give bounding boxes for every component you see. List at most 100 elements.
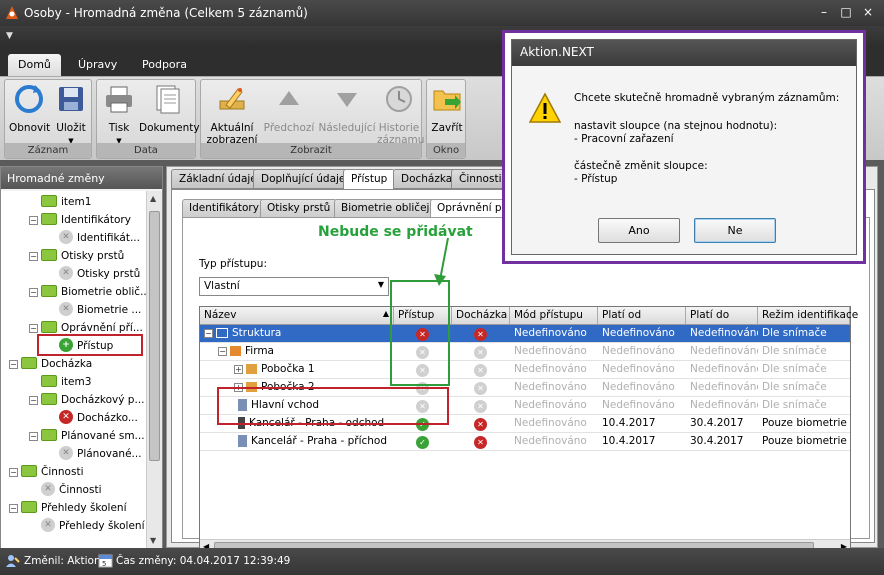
confirm-dialog: Aktion.NEXT Chcete skutečně hromadně vyb…: [511, 39, 857, 255]
collapse-icon[interactable]: −: [9, 359, 18, 369]
tree-item-item3[interactable]: item3: [41, 373, 91, 391]
print-label: Tisk: [108, 122, 130, 134]
tab-doplnujici-udaje[interactable]: Doplňující údaje: [253, 169, 354, 189]
collapse-icon[interactable]: −: [29, 251, 38, 261]
tree-item-identifikatory[interactable]: − Identifikátory: [29, 211, 131, 229]
disabled-x-icon: ✕: [59, 266, 73, 280]
collapse-icon[interactable]: −: [29, 431, 38, 441]
disabled-x-icon: ✕: [41, 482, 55, 496]
documents-button[interactable]: Dokumenty: [139, 83, 200, 134]
collapse-icon[interactable]: −: [218, 346, 227, 356]
access-allow-icon[interactable]: ✓: [416, 436, 429, 449]
qat-dropdown-icon[interactable]: ▼: [6, 31, 13, 41]
print-button[interactable]: Tisk ▼: [101, 83, 137, 147]
tree-item-prehledy-leaf[interactable]: ✕ Přehledy školení: [41, 517, 145, 535]
subtab-identifikatory[interactable]: Identifikátory: [182, 199, 266, 218]
collapse-icon[interactable]: −: [29, 215, 38, 225]
table-row[interactable]: − Struktura ✕ ✕ Nedefinováno Nedefinováno…: [200, 325, 850, 343]
delete-red-icon: ✕: [59, 410, 73, 424]
attendance-deny-icon[interactable]: ✕: [474, 436, 487, 449]
tree-label: Docházka: [41, 358, 93, 370]
tab-zakladni-udaje[interactable]: Základní údaje: [171, 169, 265, 189]
attendance-neutral-icon[interactable]: ✕: [474, 364, 487, 377]
subtab-otisky-prstu[interactable]: Otisky prstů: [260, 199, 338, 218]
column-plati-do[interactable]: Platí do: [686, 307, 758, 325]
attendance-neutral-icon[interactable]: ✕: [474, 382, 487, 395]
next-button[interactable]: Následující: [317, 83, 377, 134]
calendar-icon: 5: [98, 554, 113, 568]
tree-label: item3: [61, 376, 92, 388]
yes-button[interactable]: Ano: [598, 218, 680, 243]
no-button[interactable]: Ne: [694, 218, 776, 243]
collapse-icon[interactable]: −: [29, 395, 38, 405]
close-window-button[interactable]: Zavřít: [429, 83, 465, 134]
bulk-changes-title: Hromadné změny: [1, 167, 162, 189]
close-button[interactable]: ×: [860, 5, 876, 19]
collapse-icon[interactable]: −: [29, 287, 38, 297]
column-label: Název: [204, 309, 237, 321]
table-row[interactable]: Kancelář - Praha - příchod ✓ ✕ Nedefinov…: [200, 433, 850, 451]
collapse-icon[interactable]: −: [29, 323, 38, 333]
tree-item-cinnosti-leaf[interactable]: ✕ Činnosti: [41, 481, 102, 499]
tree-item-dochazkovy-leaf[interactable]: ✕ Docházko...: [59, 409, 138, 427]
ribbon-tab-upravy[interactable]: Úpravy: [68, 54, 127, 76]
tab-pristup[interactable]: Přístup: [343, 169, 396, 191]
scroll-up-icon[interactable]: ▲: [150, 194, 156, 203]
tree-item-otisky-prstu[interactable]: − Otisky prstů: [29, 247, 124, 265]
previous-button[interactable]: Předchozí: [263, 83, 315, 134]
annotation-arrow-icon: [434, 237, 449, 286]
refresh-icon: [15, 85, 43, 113]
save-button[interactable]: Uložit ▼: [53, 83, 89, 147]
documents-icon: [156, 85, 180, 114]
attendance-neutral-icon[interactable]: ✕: [474, 400, 487, 413]
tree-label: Identifikát...: [77, 232, 140, 244]
collapse-icon[interactable]: −: [204, 328, 213, 338]
column-plati-od[interactable]: Platí od: [598, 307, 686, 325]
access-rights-panel: Typ přístupu: Vlastní ▼ Název ▲ Přístup Do…: [182, 217, 870, 556]
row-ident: Dle snímače: [762, 399, 827, 411]
tree-item-dochazka[interactable]: − Docházka: [9, 355, 92, 373]
attendance-deny-icon[interactable]: ✕: [474, 418, 487, 431]
ribbon-tab-podpora[interactable]: Podpora: [132, 54, 197, 76]
access-type-value: Vlastní: [204, 280, 240, 292]
tree-item-planovane[interactable]: − Plánované sm...: [29, 427, 145, 445]
minimize-button[interactable]: –: [816, 5, 832, 19]
tree-item-item1[interactable]: item1: [41, 193, 91, 211]
column-mod-pristupu[interactable]: Mód přístupu: [510, 307, 598, 325]
tree-scrollbar[interactable]: ▲ ▼: [146, 191, 162, 548]
documents-label: Dokumenty: [139, 122, 200, 134]
tree-item-prehledy[interactable]: − Přehledy školení: [9, 499, 127, 517]
collapse-icon[interactable]: −: [9, 503, 18, 513]
ribbon-group-okno: Zavřít Okno: [426, 79, 466, 159]
disabled-x-icon: ✕: [59, 302, 73, 316]
access-type-select[interactable]: Vlastní ▼: [199, 277, 389, 296]
tree-item-planovane-leaf[interactable]: ✕ Plánované...: [59, 445, 142, 463]
attendance-deny-icon[interactable]: ✕: [474, 328, 487, 341]
maximize-button[interactable]: □: [838, 5, 854, 19]
tree-item-biometrie[interactable]: − Biometrie oblič...: [29, 283, 146, 301]
table-row[interactable]: − Firma ✕ ✕ Nedefinováno Nedefinováno Ned…: [200, 343, 850, 361]
record-history-button[interactable]: Historie záznamu: [377, 83, 424, 146]
scroll-thumb[interactable]: [149, 211, 160, 461]
status-bar: Změnil: Aktion 5 Čas změny: 04.04.2017 1…: [0, 548, 884, 575]
row-name-text: Firma: [245, 345, 274, 357]
column-nazev[interactable]: Název ▲: [200, 307, 394, 325]
scroll-down-icon[interactable]: ▼: [150, 536, 156, 545]
row-mode: Nedefinováno: [514, 327, 587, 339]
tab-cinnosti[interactable]: Činnosti: [451, 169, 510, 189]
expand-icon[interactable]: +: [234, 364, 243, 374]
table-row[interactable]: + Pobočka 1 ✕ ✕ Nedefinováno Nedefinováno…: [200, 361, 850, 379]
tree-item-biometrie-leaf[interactable]: ✕ Biometrie ...: [59, 301, 141, 319]
column-rezim-identifikace[interactable]: Režim identifikace: [758, 307, 858, 325]
tree-item-identifikatory-leaf[interactable]: ✕ Identifikát...: [59, 229, 140, 247]
collapse-icon[interactable]: −: [9, 467, 18, 477]
attendance-neutral-icon[interactable]: ✕: [474, 346, 487, 359]
subtab-biometrie[interactable]: Biometrie obličeje: [334, 199, 443, 218]
column-dochazka[interactable]: Docházka: [452, 307, 510, 325]
tree-item-cinnosti[interactable]: − Činnosti: [9, 463, 84, 481]
refresh-button[interactable]: Obnovit: [9, 83, 50, 134]
tree-item-otisky-prstu-leaf[interactable]: ✕ Otisky prstů: [59, 265, 140, 283]
row-name: − Struktura: [200, 325, 394, 343]
ribbon-tab-domu[interactable]: Domů: [8, 54, 61, 76]
tree-item-dochazkovy[interactable]: − Docházkový p...: [29, 391, 144, 409]
